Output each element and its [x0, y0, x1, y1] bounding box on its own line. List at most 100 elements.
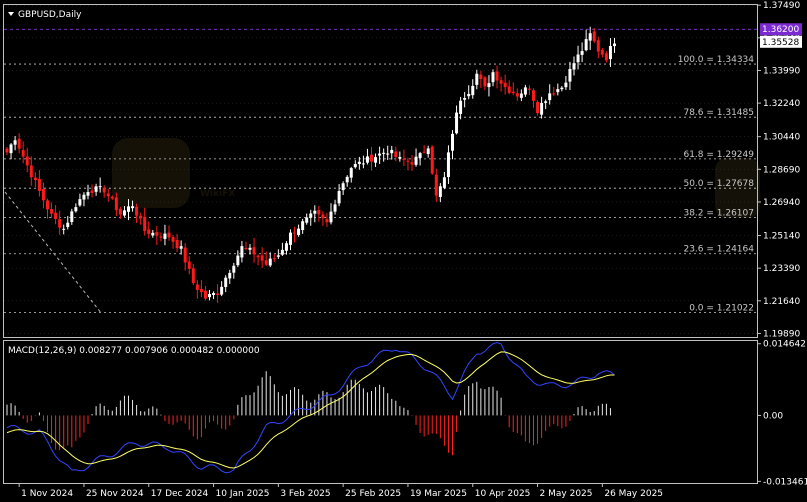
price-axis-label: 1.32240 [763, 99, 800, 109]
candle [54, 205, 58, 225]
candle [374, 153, 378, 167]
candle-body [62, 228, 66, 230]
candle [17, 133, 21, 154]
candle-body [127, 206, 130, 212]
candle [179, 240, 183, 255]
macd-label: MACD(12,26,9) 0.008277 0.007906 0.000482… [8, 346, 260, 356]
candle-body [102, 187, 106, 193]
high-price-label: 1.36200 [762, 25, 799, 35]
candle-body [459, 100, 463, 114]
fib-level-label: 38.2 = 1.26107 [683, 208, 754, 218]
candle [499, 76, 503, 92]
candle [5, 146, 9, 156]
candle [487, 75, 491, 97]
candle-body [527, 88, 531, 90]
candle [584, 29, 588, 52]
candle-body [240, 246, 244, 258]
candle [284, 241, 288, 255]
candle [430, 145, 434, 175]
candle [390, 145, 394, 160]
candle [596, 36, 600, 59]
candle-body [519, 93, 523, 98]
candle-body [426, 148, 430, 155]
candle [580, 42, 584, 63]
candle-body [588, 33, 592, 41]
candle [576, 45, 580, 70]
candle-body [171, 237, 175, 242]
candle [252, 237, 256, 263]
candle-body [175, 240, 179, 249]
candle [41, 182, 45, 209]
candle-body [301, 221, 305, 230]
candle [532, 88, 535, 108]
candle-body [503, 82, 507, 88]
macd-axis-label: 0.00 [763, 411, 783, 421]
candle [244, 241, 248, 251]
grid-layer [4, 4, 757, 334]
candle-body [139, 215, 143, 219]
candle-body [195, 284, 199, 290]
candle-body [191, 268, 195, 284]
candle [459, 96, 463, 120]
candle [21, 141, 25, 164]
candle-body [471, 85, 475, 96]
candle [544, 99, 548, 110]
candle-body [613, 43, 616, 47]
candle [414, 148, 418, 167]
candle-body [276, 255, 280, 257]
candle [86, 184, 90, 200]
candle [519, 89, 523, 102]
candle [402, 149, 406, 167]
candle-body [268, 258, 272, 266]
candle [102, 185, 106, 198]
candle-body [41, 189, 45, 201]
candle-body [98, 186, 102, 188]
candle-body [264, 260, 268, 265]
candle-body [280, 249, 284, 255]
candle [467, 85, 471, 100]
candle-body [604, 53, 608, 61]
candle-body [467, 93, 471, 97]
candle [592, 28, 596, 43]
symbol-dropdown-icon[interactable] [8, 12, 14, 16]
candle-body [382, 152, 386, 154]
price-axis-label: 1.26940 [763, 198, 800, 208]
candle [613, 37, 616, 53]
candle [410, 155, 414, 171]
candle-body [151, 232, 155, 236]
symbol-label[interactable]: GBPUSD,Daily [18, 10, 82, 20]
candle-body [313, 210, 317, 214]
candle [66, 216, 70, 230]
candle-body [106, 193, 110, 197]
candle [33, 172, 37, 188]
candle [349, 166, 353, 183]
candle [159, 232, 163, 242]
price-axis-label: 1.25140 [763, 232, 800, 242]
candle-body [305, 217, 309, 223]
candle [608, 38, 612, 67]
candle-body [155, 231, 159, 236]
candle [604, 51, 608, 63]
candle [560, 86, 564, 92]
date-axis-label: 1 Nov 2024 [21, 489, 73, 499]
candle [203, 285, 207, 301]
candle-body [122, 210, 126, 216]
candle-body [86, 192, 90, 196]
candle [143, 207, 147, 236]
candle-body [297, 228, 301, 235]
candle-body [163, 233, 167, 239]
candle [25, 147, 29, 173]
candle-body [536, 101, 540, 114]
candle-body [183, 247, 187, 263]
candle-body [179, 246, 183, 249]
candle-body [463, 97, 467, 100]
candle [74, 203, 78, 213]
candle [386, 145, 390, 160]
candle-body [5, 148, 9, 153]
candle [455, 105, 459, 135]
candle [588, 26, 592, 50]
candle-body [293, 232, 297, 234]
candle [183, 243, 187, 271]
candle [228, 269, 232, 284]
candle-body [337, 190, 341, 204]
